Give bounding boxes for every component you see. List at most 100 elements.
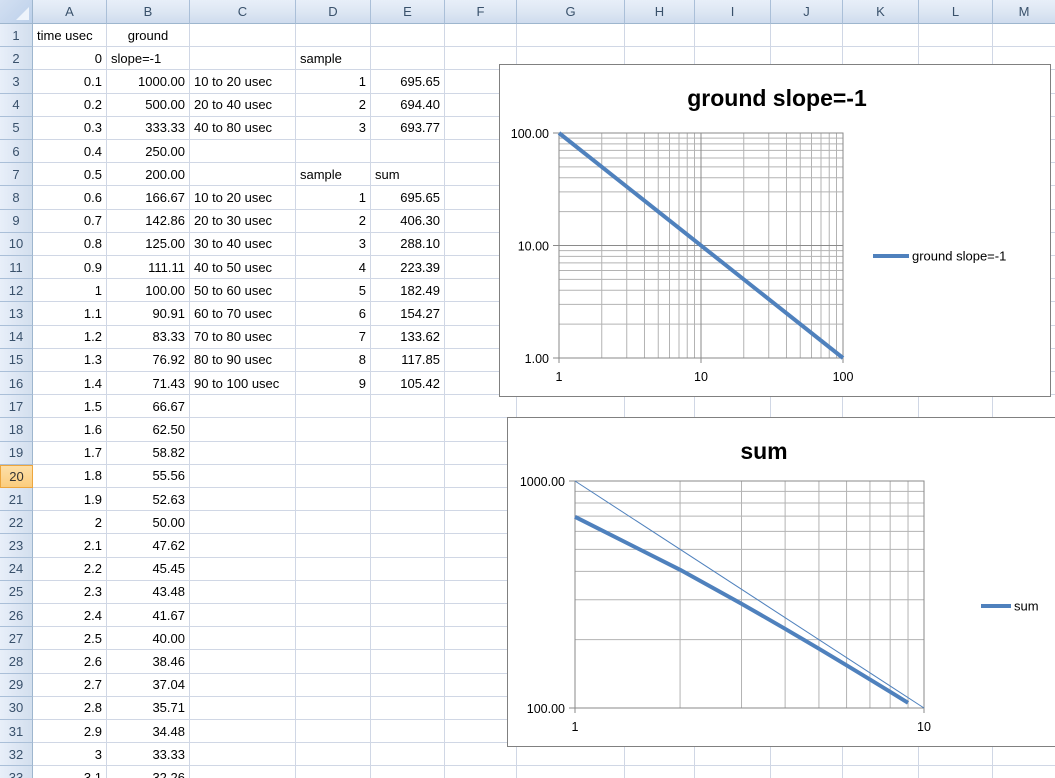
cell-B6[interactable]: 250.00	[107, 140, 190, 164]
cell-C29[interactable]	[190, 673, 296, 697]
select-all-corner[interactable]	[0, 0, 33, 24]
cell-A11[interactable]: 0.9	[33, 256, 107, 280]
cell-A18[interactable]: 1.6	[33, 418, 107, 442]
cell-A33[interactable]: 3.1	[33, 766, 107, 778]
cell-B32[interactable]: 33.33	[107, 743, 190, 767]
cell-B29[interactable]: 37.04	[107, 673, 190, 697]
cell-C32[interactable]	[190, 743, 296, 767]
row-header-31[interactable]: 31	[0, 720, 33, 744]
cell-A7[interactable]: 0.5	[33, 163, 107, 187]
cell-C22[interactable]	[190, 511, 296, 535]
cell-E33[interactable]	[371, 766, 445, 778]
cell-D31[interactable]	[296, 720, 371, 744]
cell-B3[interactable]: 1000.00	[107, 70, 190, 94]
cell-A24[interactable]: 2.2	[33, 557, 107, 581]
cell-B9[interactable]: 142.86	[107, 209, 190, 233]
column-header-B[interactable]: B	[107, 0, 190, 24]
row-header-26[interactable]: 26	[0, 604, 33, 628]
cell-L33[interactable]	[919, 766, 993, 778]
cell-C21[interactable]	[190, 488, 296, 512]
cell-A5[interactable]: 0.3	[33, 116, 107, 140]
cell-E4[interactable]: 694.40	[371, 93, 445, 117]
cell-F17[interactable]	[445, 395, 517, 419]
cell-H17[interactable]	[625, 395, 695, 419]
cell-A29[interactable]: 2.7	[33, 673, 107, 697]
cell-L17[interactable]	[919, 395, 993, 419]
cell-E28[interactable]	[371, 650, 445, 674]
cell-B33[interactable]: 32.26	[107, 766, 190, 778]
cell-E17[interactable]	[371, 395, 445, 419]
cell-A27[interactable]: 2.5	[33, 627, 107, 651]
cell-D24[interactable]	[296, 557, 371, 581]
cell-C27[interactable]	[190, 627, 296, 651]
cell-C25[interactable]	[190, 580, 296, 604]
cell-D25[interactable]	[296, 580, 371, 604]
cell-D21[interactable]	[296, 488, 371, 512]
cell-E6[interactable]	[371, 140, 445, 164]
row-header-24[interactable]: 24	[0, 557, 33, 581]
cell-A4[interactable]: 0.2	[33, 93, 107, 117]
column-header-D[interactable]: D	[296, 0, 371, 24]
cell-D5[interactable]: 3	[296, 116, 371, 140]
cell-D18[interactable]	[296, 418, 371, 442]
cell-C10[interactable]: 30 to 40 usec	[190, 232, 296, 256]
cell-A21[interactable]: 1.9	[33, 488, 107, 512]
cell-G17[interactable]	[517, 395, 625, 419]
cell-E19[interactable]	[371, 441, 445, 465]
cell-D16[interactable]: 9	[296, 372, 371, 396]
cell-E22[interactable]	[371, 511, 445, 535]
cell-C33[interactable]	[190, 766, 296, 778]
cell-C17[interactable]	[190, 395, 296, 419]
cell-C4[interactable]: 20 to 40 usec	[190, 93, 296, 117]
cell-E32[interactable]	[371, 743, 445, 767]
cell-D1[interactable]	[296, 24, 371, 48]
cell-D19[interactable]	[296, 441, 371, 465]
cell-B22[interactable]: 50.00	[107, 511, 190, 535]
row-header-17[interactable]: 17	[0, 395, 33, 419]
cell-A23[interactable]: 2.1	[33, 534, 107, 558]
cell-D8[interactable]: 1	[296, 186, 371, 210]
cell-C19[interactable]	[190, 441, 296, 465]
cell-E24[interactable]	[371, 557, 445, 581]
row-header-10[interactable]: 10	[0, 232, 33, 256]
cell-D33[interactable]	[296, 766, 371, 778]
cell-E5[interactable]: 693.77	[371, 116, 445, 140]
cell-L1[interactable]	[919, 24, 993, 48]
row-header-33[interactable]: 33	[0, 766, 33, 778]
cell-C1[interactable]	[190, 24, 296, 48]
row-header-20[interactable]: 20	[0, 464, 33, 488]
cell-D32[interactable]	[296, 743, 371, 767]
cell-B4[interactable]: 500.00	[107, 93, 190, 117]
column-header-K[interactable]: K	[843, 0, 919, 24]
cell-D4[interactable]: 2	[296, 93, 371, 117]
cell-A31[interactable]: 2.9	[33, 720, 107, 744]
row-header-18[interactable]: 18	[0, 418, 33, 442]
cell-C20[interactable]	[190, 464, 296, 488]
cell-A25[interactable]: 2.3	[33, 580, 107, 604]
column-header-G[interactable]: G	[517, 0, 625, 24]
cell-J17[interactable]	[771, 395, 843, 419]
cell-A16[interactable]: 1.4	[33, 372, 107, 396]
cell-B30[interactable]: 35.71	[107, 696, 190, 720]
cell-B13[interactable]: 90.91	[107, 302, 190, 326]
cell-G1[interactable]	[517, 24, 625, 48]
cell-E20[interactable]	[371, 464, 445, 488]
row-header-28[interactable]: 28	[0, 650, 33, 674]
cell-C7[interactable]	[190, 163, 296, 187]
cell-E13[interactable]: 154.27	[371, 302, 445, 326]
cell-A20[interactable]: 1.8	[33, 464, 107, 488]
row-header-22[interactable]: 22	[0, 511, 33, 535]
cell-D13[interactable]: 6	[296, 302, 371, 326]
row-header-14[interactable]: 14	[0, 325, 33, 349]
column-header-L[interactable]: L	[919, 0, 993, 24]
row-header-6[interactable]: 6	[0, 140, 33, 164]
cell-C24[interactable]	[190, 557, 296, 581]
cell-A30[interactable]: 2.8	[33, 696, 107, 720]
cell-C18[interactable]	[190, 418, 296, 442]
cell-J33[interactable]	[771, 766, 843, 778]
cell-A15[interactable]: 1.3	[33, 348, 107, 372]
cell-A12[interactable]: 1	[33, 279, 107, 303]
cell-B12[interactable]: 100.00	[107, 279, 190, 303]
cell-D29[interactable]	[296, 673, 371, 697]
cell-B16[interactable]: 71.43	[107, 372, 190, 396]
